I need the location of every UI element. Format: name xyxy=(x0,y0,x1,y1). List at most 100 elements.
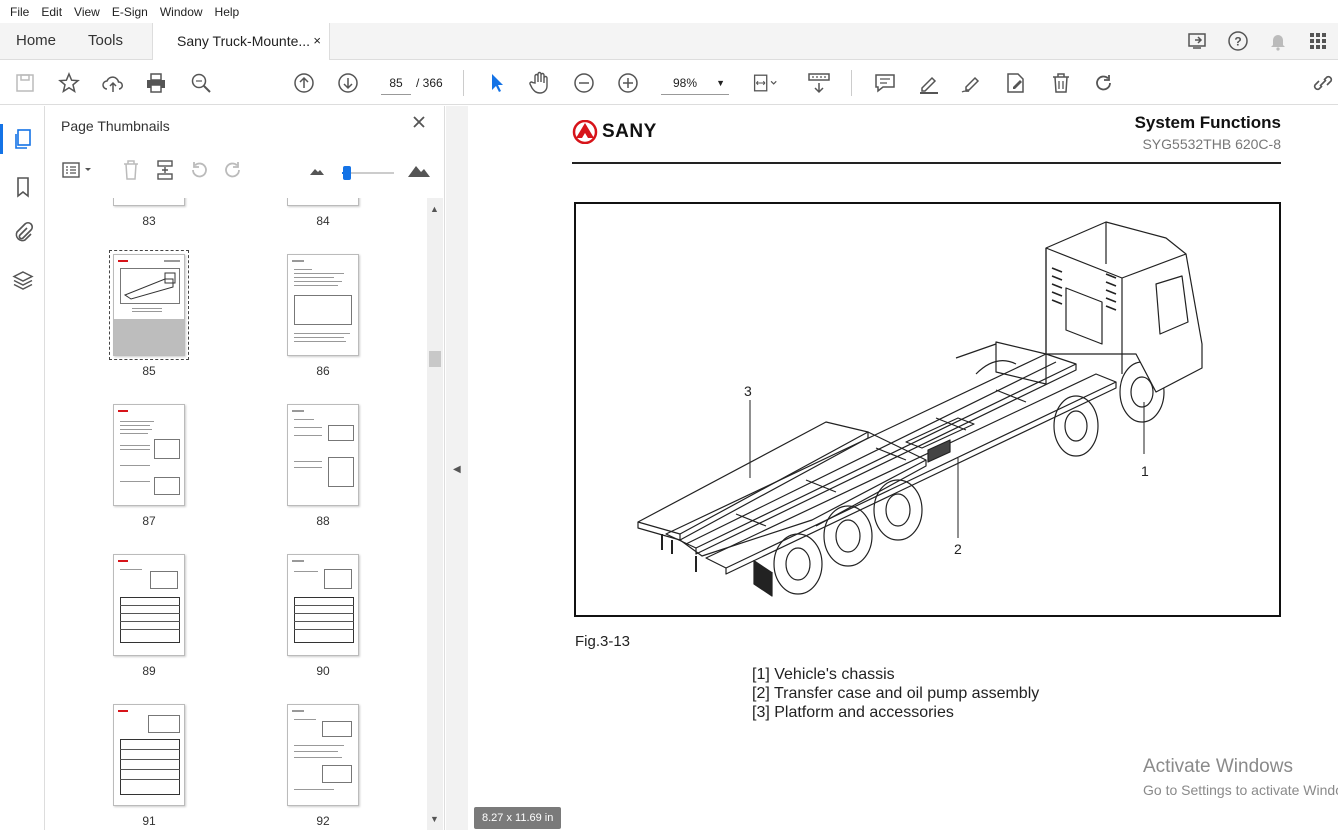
rotate-counterclockwise-icon[interactable] xyxy=(187,158,211,182)
page-fit-icon[interactable] xyxy=(752,70,778,96)
figure-frame: 3 1 2 xyxy=(574,202,1281,617)
next-page-icon[interactable] xyxy=(335,70,361,96)
scroll-up-icon[interactable]: ▲ xyxy=(430,204,439,214)
zoom-out-icon[interactable] xyxy=(571,70,597,96)
attachment-paperclip-icon[interactable] xyxy=(10,219,36,245)
previous-page-icon[interactable] xyxy=(291,70,317,96)
page-thumbnail[interactable] xyxy=(113,704,185,806)
thumbnail-label: 84 xyxy=(316,214,330,228)
fill-sign-icon[interactable] xyxy=(1003,70,1029,96)
bookmark-icon[interactable] xyxy=(10,174,36,200)
menu-help[interactable]: Help xyxy=(209,5,246,19)
tab-home[interactable]: Home xyxy=(16,23,56,59)
tab-document[interactable]: Sany Truck-Mounte... × xyxy=(152,23,330,60)
select-cursor-icon[interactable] xyxy=(484,70,510,96)
delete-page-icon[interactable] xyxy=(119,158,143,182)
zoom-in-icon[interactable] xyxy=(615,70,641,96)
link-icon[interactable] xyxy=(1310,70,1336,96)
thumbnail-label: 88 xyxy=(316,514,330,528)
thumbnail-label: 83 xyxy=(142,214,156,228)
print-icon[interactable] xyxy=(143,70,169,96)
document-view[interactable]: SANY System Functions SYG5532THB 620C-8 xyxy=(468,106,1338,830)
rotate-clockwise-icon[interactable] xyxy=(221,158,245,182)
small-mountain-icon[interactable] xyxy=(305,158,329,182)
menu-file[interactable]: File xyxy=(4,5,35,19)
zoom-level-value: 98% xyxy=(673,76,698,90)
watermark-title: Activate Windows xyxy=(1143,756,1293,777)
delete-trash-icon[interactable] xyxy=(1048,70,1074,96)
large-mountain-icon[interactable] xyxy=(407,158,431,182)
page-number-input[interactable]: 85 xyxy=(381,71,411,95)
scrollbar-thumb[interactable] xyxy=(429,351,441,367)
scroll-mode-icon[interactable] xyxy=(806,70,832,96)
callout-label: 3 xyxy=(744,383,752,399)
page-thumbnail[interactable] xyxy=(287,404,359,506)
navigation-rail xyxy=(0,106,45,830)
help-icon[interactable]: ? xyxy=(1226,29,1250,53)
comment-icon[interactable] xyxy=(872,70,898,96)
panel-collapse-strip[interactable]: ◀ xyxy=(446,106,468,830)
page-size-badge: 8.27 x 11.69 in xyxy=(474,807,562,829)
page-thumbnails-icon[interactable] xyxy=(10,126,36,152)
menu-window[interactable]: Window xyxy=(154,5,209,19)
page-thumbnails-panel: Page Thumbnails 83 84 85 86 87 88 89 90 … xyxy=(45,106,445,830)
apps-grid-icon[interactable] xyxy=(1306,29,1330,53)
page-thumbnail-selected[interactable] xyxy=(109,250,189,360)
tab-tools[interactable]: Tools xyxy=(88,23,123,59)
page-thumbnail[interactable] xyxy=(287,704,359,806)
page-thumbnail[interactable] xyxy=(113,404,185,506)
page-thumbnail[interactable] xyxy=(113,198,185,206)
figure-caption: Fig.3-13 xyxy=(575,633,631,650)
zoom-level-select[interactable]: 98% ▼ xyxy=(661,71,729,95)
thumbnail-label: 92 xyxy=(316,814,330,828)
chevron-down-icon: ▼ xyxy=(716,78,725,88)
draw-signature-icon[interactable] xyxy=(959,70,985,96)
page-thumbnail[interactable] xyxy=(287,198,359,206)
save-icon[interactable] xyxy=(12,70,38,96)
main-toolbar: 85 / 366 98% ▼ xyxy=(0,60,1338,105)
page-thumbnail[interactable] xyxy=(113,554,185,656)
upload-cloud-icon[interactable] xyxy=(100,70,126,96)
menu-esign[interactable]: E-Sign xyxy=(106,5,154,19)
highlight-pen-icon[interactable] xyxy=(916,70,942,96)
menu-edit[interactable]: Edit xyxy=(35,5,68,19)
header-rule xyxy=(572,162,1281,164)
insert-page-icon[interactable] xyxy=(153,158,177,182)
find-zoom-icon[interactable] xyxy=(188,70,214,96)
tab-bar: Home Tools Sany Truck-Mounte... × ? xyxy=(0,23,1338,60)
truck-chassis-drawing: 3 1 2 xyxy=(637,221,1203,597)
svg-text:?: ? xyxy=(1234,35,1241,49)
figure-legend: [1] Vehicle's chassis [2] Transfer case … xyxy=(752,665,1039,722)
options-menu-icon[interactable] xyxy=(61,158,95,182)
legend-item: [1] Vehicle's chassis xyxy=(752,666,895,683)
thumbnail-grid: 83 84 85 86 87 88 89 90 91 92 xyxy=(45,198,425,830)
active-indicator xyxy=(0,124,3,154)
tab-close-icon[interactable]: × xyxy=(313,23,321,59)
page-thumbnail[interactable] xyxy=(287,254,359,356)
slider-handle[interactable] xyxy=(343,166,351,180)
notification-bell-icon[interactable] xyxy=(1266,29,1290,53)
callout-label: 1 xyxy=(1141,463,1149,479)
page-thumbnail[interactable] xyxy=(287,554,359,656)
legend-item: [2] Transfer case and oil pump assembly xyxy=(752,685,1040,702)
section-title: System Functions xyxy=(1134,113,1281,132)
thumbnail-scrollbar[interactable]: ▲ ▼ xyxy=(427,198,443,830)
scroll-down-icon[interactable]: ▼ xyxy=(430,814,439,824)
brand-name: SANY xyxy=(602,121,657,142)
menu-view[interactable]: View xyxy=(68,5,106,19)
star-icon[interactable] xyxy=(56,70,82,96)
toolbar-divider xyxy=(463,70,464,96)
callout-label: 2 xyxy=(954,541,962,557)
collapse-arrow-icon[interactable]: ◀ xyxy=(453,464,461,475)
sany-logo-icon xyxy=(572,120,598,144)
hand-tool-icon[interactable] xyxy=(527,70,553,96)
close-icon[interactable] xyxy=(411,114,431,134)
menu-bar: File Edit View E-Sign Window Help xyxy=(0,0,1338,23)
toolbar-divider xyxy=(851,70,852,96)
brand-logo: SANY xyxy=(572,120,657,144)
redo-icon[interactable] xyxy=(1091,70,1117,96)
layers-icon[interactable] xyxy=(10,267,36,293)
share-screen-icon[interactable] xyxy=(1186,29,1210,53)
watermark-subtitle: Go to Settings to activate Windows. xyxy=(1143,782,1338,798)
thumbnail-label: 86 xyxy=(316,364,330,378)
